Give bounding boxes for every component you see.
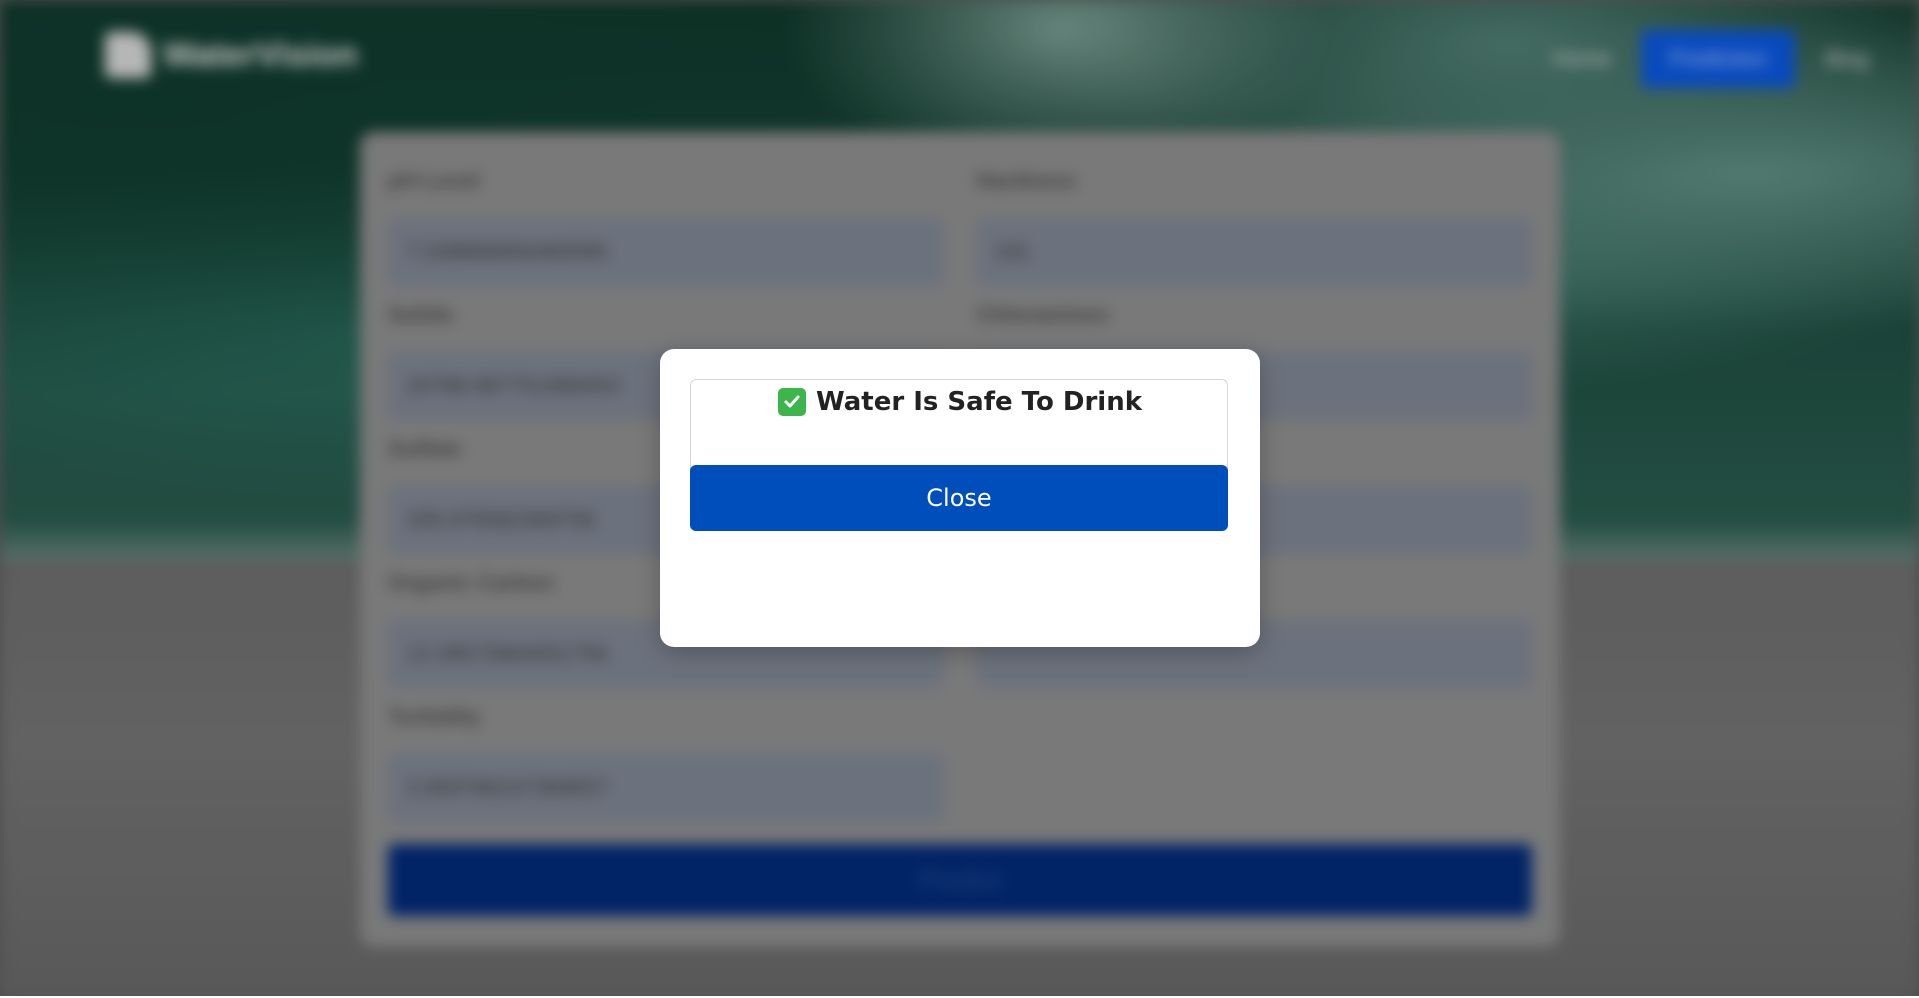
modal-title: Water Is Safe To Drink [815,387,1142,417]
result-modal: Water Is Safe To Drink Close [660,349,1260,647]
modal-message: Water Is Safe To Drink [691,380,1229,424]
check-mark-glyph [784,395,800,408]
close-button[interactable]: Close [690,465,1228,531]
check-mark-icon [777,388,806,416]
